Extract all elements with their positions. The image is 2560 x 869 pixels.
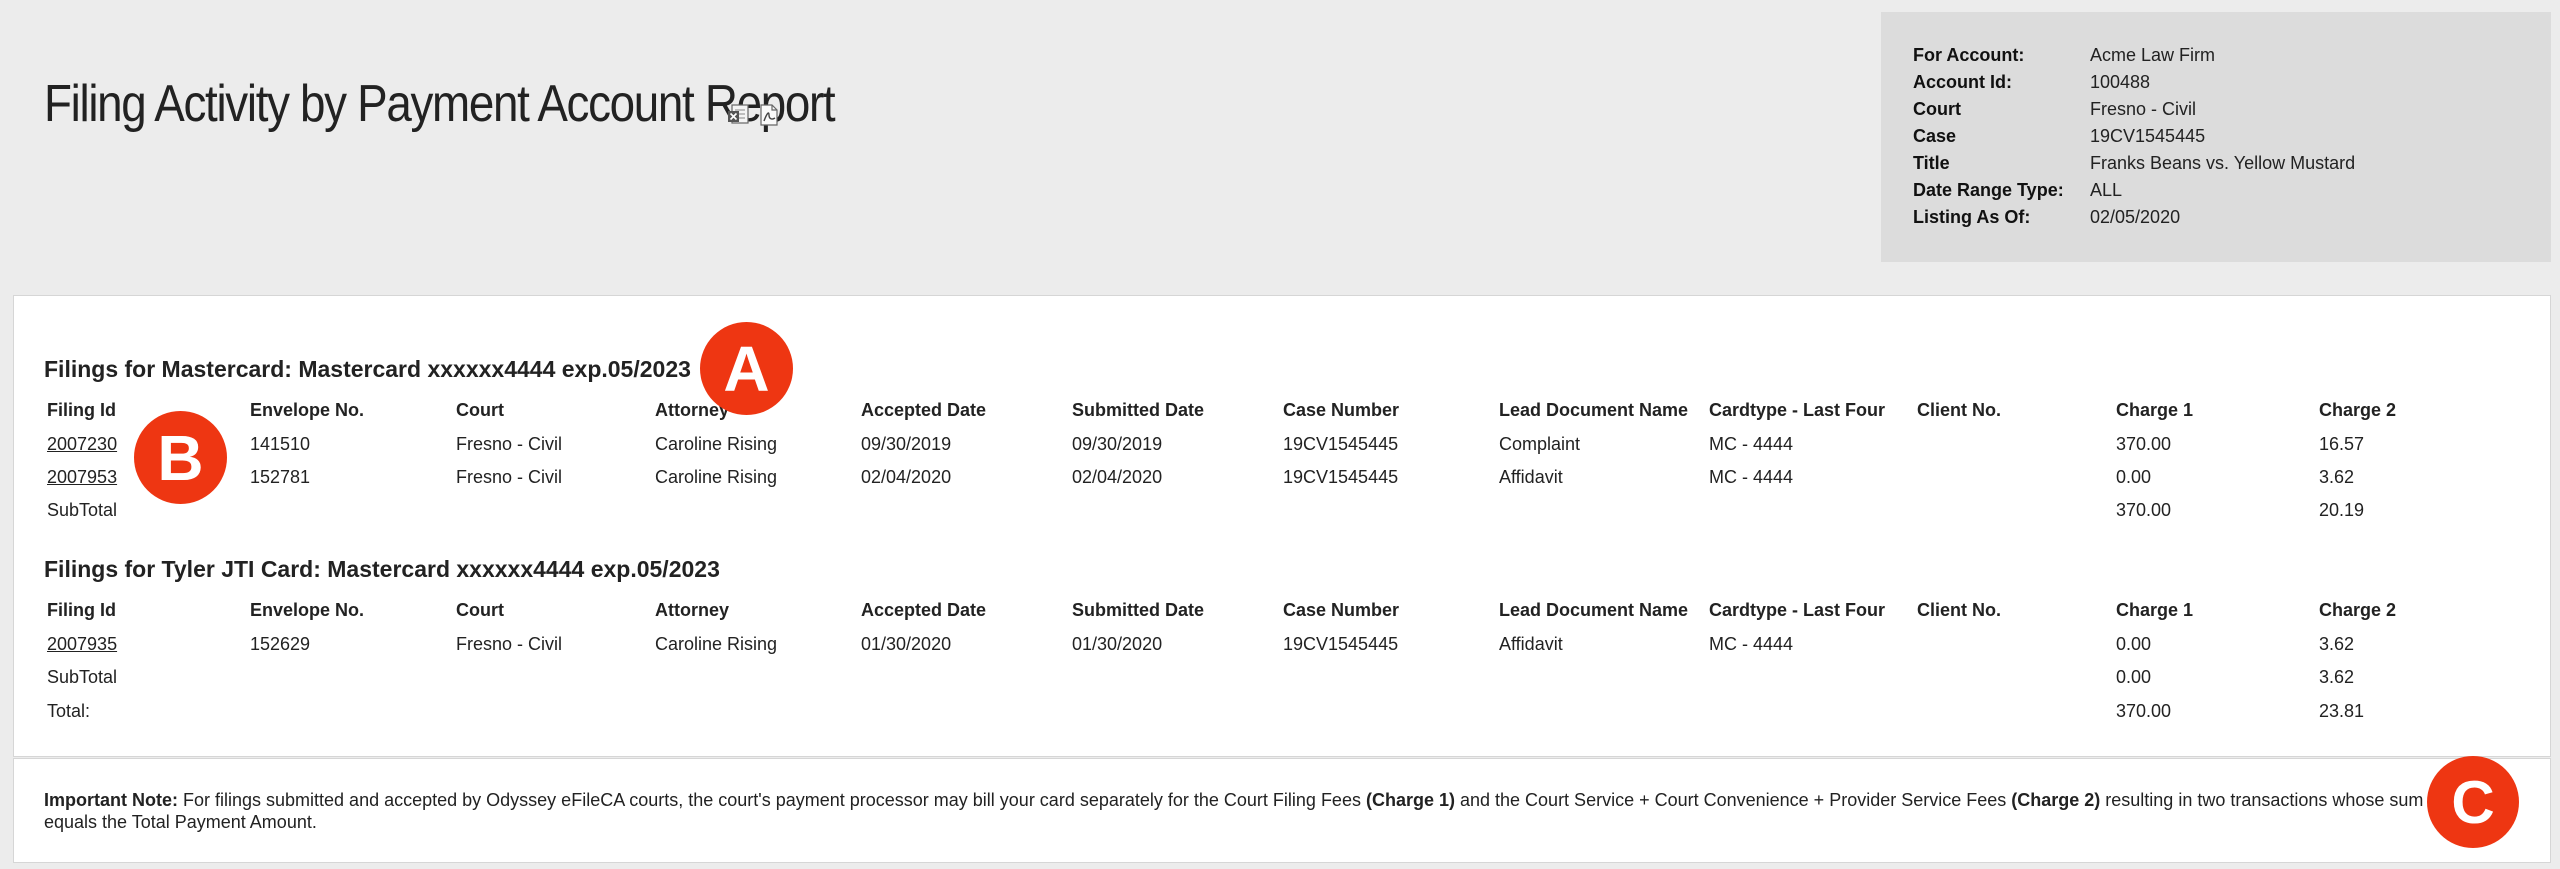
table-cell: 19CV1545445 <box>1283 467 1399 487</box>
column-header: Attorney <box>655 600 730 620</box>
column-header: Lead Document Name <box>1499 400 1689 420</box>
subtotal-charge1: 370.00 <box>2116 500 2172 520</box>
report-info-box: For Account: Acme Law Firm Account Id: 100… <box>1881 12 2551 262</box>
subtotal-charge2: 20.19 <box>2319 500 2365 520</box>
table-cell: 3.62 <box>2319 634 2355 654</box>
callout-a-marker: A <box>700 322 793 415</box>
column-header: Submitted Date <box>1072 400 1205 420</box>
subtotal-label: SubTotal <box>47 500 118 520</box>
table-cell: 152781 <box>250 467 311 487</box>
note-label: Important Note: <box>44 790 178 810</box>
column-header: Envelope No. <box>250 600 365 620</box>
table-cell: Caroline Rising <box>655 634 778 654</box>
section-heading: Filings for Tyler JTI Card: Mastercard x… <box>44 556 720 582</box>
column-header: Cardtype - Last Four <box>1709 600 1886 620</box>
info-row: Title Franks Beans vs. Yellow Mustard <box>1913 153 2356 173</box>
column-header: Client No. <box>1917 400 2001 420</box>
table-cell: 01/30/2020 <box>861 634 952 654</box>
info-row: Court Fresno - Civil <box>1913 99 2197 119</box>
table-cell: 16.57 <box>2319 434 2365 454</box>
column-header: Accepted Date <box>861 400 987 420</box>
table-cell: Caroline Rising <box>655 434 778 454</box>
table-cell: 19CV1545445 <box>1283 634 1399 654</box>
table-cell: 02/04/2020 <box>1072 467 1163 487</box>
column-header: Accepted Date <box>861 600 987 620</box>
page-title: Filing Activity by Payment Account Repor… <box>44 75 836 133</box>
info-row: Account Id: 100488 <box>1913 72 2151 92</box>
column-header: Court <box>456 600 504 620</box>
info-row: For Account: Acme Law Firm <box>1913 45 2216 65</box>
pdf-export-icon[interactable] <box>757 103 781 127</box>
excel-export-icon[interactable] <box>727 103 751 127</box>
column-header: Submitted Date <box>1072 600 1205 620</box>
table-cell: 01/30/2020 <box>1072 634 1163 654</box>
subtotal-charge1: 0.00 <box>2116 667 2152 687</box>
filing-id-link[interactable]: 2007935 <box>47 634 117 655</box>
info-row: Date Range Type: ALL <box>1913 180 2123 200</box>
table-cell: Fresno - Civil <box>456 634 563 654</box>
column-header: Court <box>456 400 504 420</box>
important-note-text: Important Note: For filings submitted an… <box>44 790 2424 832</box>
callout-b-marker: B <box>134 411 227 504</box>
column-header: Charge 2 <box>2319 600 2397 620</box>
info-row: Case 19CV1545445 <box>1913 126 2206 146</box>
filing-id-link[interactable]: 2007953 <box>47 467 117 488</box>
table-cell: Affidavit <box>1499 634 1563 654</box>
column-header: Case Number <box>1283 400 1400 420</box>
total-label: Total: <box>47 701 91 721</box>
table-cell: 0.00 <box>2116 467 2152 487</box>
total-charge1: 370.00 <box>2116 701 2172 721</box>
table-cell: 141510 <box>250 434 311 454</box>
table-cell: 370.00 <box>2116 434 2172 454</box>
table-cell: Caroline Rising <box>655 467 778 487</box>
section-heading: Filings for Mastercard: Mastercard xxxxx… <box>44 356 691 382</box>
column-header: Charge 1 <box>2116 600 2194 620</box>
column-header: Filing Id <box>47 600 116 620</box>
filing-id-link[interactable]: 2007230 <box>47 434 117 455</box>
table-cell: 09/30/2019 <box>1072 434 1163 454</box>
column-header: Case Number <box>1283 600 1400 620</box>
report-header: Filing Activity by Payment Account Repor… <box>0 0 2560 292</box>
column-header: Charge 2 <box>2319 400 2397 420</box>
export-icons <box>727 103 781 127</box>
table-cell: MC - 4444 <box>1709 467 1794 487</box>
table-cell: 0.00 <box>2116 634 2152 654</box>
table-cell: Fresno - Civil <box>456 467 563 487</box>
column-header: Cardtype - Last Four <box>1709 400 1886 420</box>
table-cell: Affidavit <box>1499 467 1563 487</box>
column-header: Envelope No. <box>250 400 365 420</box>
table-cell: 02/04/2020 <box>861 467 952 487</box>
table-cell: Fresno - Civil <box>456 434 563 454</box>
table-cell: 3.62 <box>2319 467 2355 487</box>
table-cell: 09/30/2019 <box>861 434 952 454</box>
total-charge2: 23.81 <box>2319 701 2365 721</box>
table-cell: 19CV1545445 <box>1283 434 1399 454</box>
table-cell: 152629 <box>250 634 311 654</box>
column-header: Charge 1 <box>2116 400 2194 420</box>
subtotal-label: SubTotal <box>47 667 118 687</box>
column-header: Filing Id <box>47 400 116 420</box>
table-cell: MC - 4444 <box>1709 634 1794 654</box>
subtotal-charge2: 3.62 <box>2319 667 2355 687</box>
table-cell: Complaint <box>1499 434 1581 454</box>
column-header: Client No. <box>1917 600 2001 620</box>
callout-c-marker: C <box>2427 756 2519 848</box>
info-row: Listing As Of: 02/05/2020 <box>1913 207 2181 227</box>
column-header: Lead Document Name <box>1499 600 1689 620</box>
table-cell: MC - 4444 <box>1709 434 1794 454</box>
important-note-panel: Important Note: For filings submitted an… <box>13 758 2551 863</box>
